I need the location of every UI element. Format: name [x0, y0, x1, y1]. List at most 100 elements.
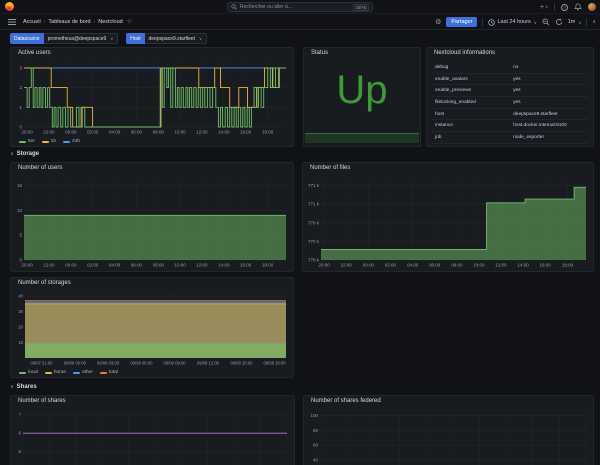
help-icon[interactable]: ? [561, 3, 568, 11]
chevron-down-icon: ∨ [533, 19, 537, 25]
search-input[interactable]: Rechercher ou aller à... ctrl+k [227, 2, 373, 12]
datasource-select[interactable]: prometheus@deepspace9 ∨ [43, 33, 119, 44]
svg-text:06:00: 06:00 [131, 130, 143, 135]
panel-title[interactable]: Active users [18, 50, 51, 56]
svg-text:7: 7 [18, 412, 21, 417]
favorite-star-icon[interactable]: ☆ [127, 18, 132, 25]
menu-icon[interactable] [8, 18, 16, 25]
panel-title[interactable]: Status [311, 50, 328, 56]
svg-text:09/08 18:00: 09/08 18:00 [263, 361, 286, 366]
svg-text:22:00: 22:00 [43, 130, 55, 135]
svg-text:10:00: 10:00 [175, 263, 187, 268]
svg-text:20:00: 20:00 [22, 130, 34, 135]
number-of-users-chart[interactable]: 0 5 10 15 20:00 22:00 00:00 02:00 04:00 06:00 08:0… [14, 176, 290, 268]
legend-item[interactable]: other [72, 370, 93, 375]
time-range-picker[interactable]: Last 24 hours ∨ [488, 18, 537, 26]
grafana-dashboard: Rechercher ou aller à... ctrl+k + ∨ ? Acc… [0, 0, 600, 465]
number-of-storages-chart[interactable]: 10 20 30 40 09/07 21:00 09/08 00:00 09/08 03:0… [14, 291, 290, 366]
svg-text:09/08 03:00: 09/08 03:00 [97, 361, 120, 366]
chevron-down-icon: ∨ [578, 19, 582, 25]
svg-text:100: 100 [310, 413, 318, 418]
svg-text:08:00: 08:00 [153, 130, 165, 135]
storages-legend: local home other total [19, 370, 118, 375]
refresh-interval-dropdown[interactable]: 1m ∨ [568, 19, 582, 25]
panel-number-of-files: Number of files 770 k 770 k 770 k 771 k 771 … [302, 162, 594, 272]
breadcrumb-separator: › [93, 18, 96, 25]
panel-title[interactable]: Nextcloud informations [434, 50, 495, 56]
svg-text:770 k: 770 k [308, 239, 320, 244]
svg-text:20: 20 [18, 325, 23, 330]
legend-item[interactable]: home [44, 370, 66, 375]
panel-nextcloud-informations: Nextcloud informations debug no enable_av… [426, 47, 594, 147]
number-of-shares-chart[interactable]: 4567 [14, 409, 291, 465]
svg-text:15: 15 [17, 183, 23, 188]
grafana-logo-icon[interactable] [5, 2, 14, 11]
svg-text:04:00: 04:00 [407, 263, 419, 268]
legend-item[interactable]: local [19, 370, 38, 375]
panel-title[interactable]: Number of shares federed [311, 398, 381, 404]
section-storage[interactable]: ∨ Storage [10, 151, 39, 157]
section-shares[interactable]: ∨ Shares [10, 384, 37, 390]
host-label: Host [126, 33, 145, 44]
svg-text:60: 60 [313, 443, 319, 448]
active-users-chart[interactable]: 0 1 2 3 20:00 22:00 00:00 02:00 04:00 06:00 08:00 1… [14, 61, 290, 135]
top-nav-bar: Rechercher ou aller à... ctrl+k + ∨ ? [0, 0, 600, 14]
user-avatar[interactable] [588, 3, 596, 11]
svg-text:40: 40 [313, 458, 319, 463]
svg-text:771 k: 771 k [308, 183, 320, 188]
panel-active-users: Active users 0 1 2 3 20:00 22:00 00:00 02:00 04:… [10, 47, 294, 147]
status-value: Up [336, 68, 388, 112]
svg-text:771 k: 771 k [308, 202, 320, 207]
refresh-interval-label: 1m [567, 19, 576, 25]
panel-number-of-users: Number of users 0 5 10 15 20:00 22:00 00:00 02:… [10, 162, 294, 272]
svg-text:00:00: 00:00 [65, 130, 77, 135]
dashboard-settings-gear-icon[interactable]: ⚙ [435, 19, 441, 26]
svg-text:02:00: 02:00 [87, 130, 99, 135]
refresh-icon[interactable] [555, 18, 563, 26]
svg-text:06:00: 06:00 [131, 263, 143, 268]
info-table: debug no enable_avatars yes enable_preview… [432, 62, 588, 144]
legend-item[interactable]: 5m [19, 139, 35, 144]
host-select[interactable]: deepspace9.starfleet ∨ [144, 33, 207, 44]
svg-text:10:00: 10:00 [473, 263, 485, 268]
table-row: filelocking_enabled yes [432, 97, 588, 109]
divider [482, 18, 484, 26]
table-row: enable_previews yes [432, 85, 588, 98]
svg-text:10: 10 [17, 208, 23, 213]
add-button[interactable]: + ∨ [540, 4, 548, 11]
legend-item[interactable]: 24h [63, 139, 80, 144]
svg-text:14:00: 14:00 [218, 130, 230, 135]
panel-title[interactable]: Number of shares [18, 398, 66, 404]
svg-text:14:00: 14:00 [218, 263, 230, 268]
host-variable: Host deepspace9.starfleet ∨ [126, 33, 207, 44]
svg-text:09/08 15:00: 09/08 15:00 [230, 361, 253, 366]
legend-item[interactable]: 1h [41, 139, 56, 144]
number-of-files-chart[interactable]: 770 k 770 k 770 k 771 k 771 k 20:00 22:00 00:00… [306, 176, 590, 268]
chevron-down-icon: ∨ [198, 36, 202, 41]
bell-icon[interactable] [574, 3, 582, 11]
svg-text:12:00: 12:00 [495, 263, 507, 268]
breadcrumb-home[interactable]: Accueil [23, 19, 41, 25]
collapse-toolbar-icon[interactable]: ∧ [592, 19, 596, 25]
search-icon [231, 4, 237, 10]
time-range-label: Last 24 hours [497, 19, 531, 25]
svg-text:770 k: 770 k [308, 220, 320, 225]
chevron-down-icon: ∨ [10, 384, 14, 390]
panel-status: Status Up [303, 47, 421, 147]
svg-text:14:00: 14:00 [518, 263, 530, 268]
svg-text:00:00: 00:00 [65, 263, 77, 268]
share-button[interactable]: Partager [446, 17, 478, 27]
svg-text:12:00: 12:00 [196, 130, 208, 135]
svg-text:09/07 21:00: 09/07 21:00 [30, 361, 53, 366]
number-of-shares-federed-chart[interactable]: 20406080100 [307, 409, 590, 465]
zoom-out-icon[interactable] [542, 18, 550, 26]
svg-text:5: 5 [19, 233, 22, 238]
panel-title[interactable]: Number of users [18, 165, 62, 171]
panel-title[interactable]: Number of files [310, 165, 350, 171]
svg-text:18:00: 18:00 [262, 130, 274, 135]
panel-title[interactable]: Number of storages [18, 280, 71, 286]
legend-item[interactable]: total [99, 370, 118, 375]
svg-text:20:00: 20:00 [22, 263, 34, 268]
svg-text:18:00: 18:00 [262, 263, 274, 268]
breadcrumb-dashboards[interactable]: Tableaux de bord [48, 19, 90, 25]
